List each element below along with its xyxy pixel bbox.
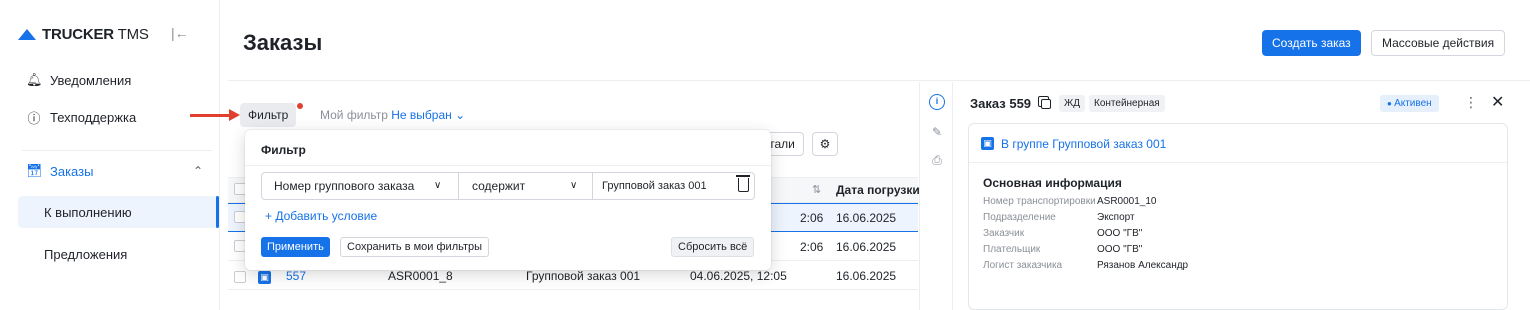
annotation-arrow-filter <box>190 109 240 121</box>
sort-icon[interactable]: ⇅ <box>812 183 821 196</box>
row-group: Групповой заказ 001 <box>526 269 641 283</box>
help-circle-icon: ⓘ <box>27 110 41 126</box>
chevron-up-icon: ⌃ <box>192 164 203 178</box>
row-created: 04.06.2025, 12:05 <box>690 269 787 283</box>
active-indicator <box>216 196 219 228</box>
collapse-sidebar-icon[interactable]: |← <box>171 25 189 41</box>
field-label: Плательщик <box>983 244 1041 255</box>
my-filter-value[interactable]: Не выбран <box>391 108 452 122</box>
row-checkbox[interactable] <box>234 271 246 283</box>
status-badge: Активен <box>1380 95 1439 112</box>
sidebar-subitem-offers[interactable]: Предложения <box>18 238 218 270</box>
condition-operator-value: содержит <box>472 179 526 193</box>
field-value: ООО "ГВ" <box>1097 244 1143 255</box>
filter-popup-divider <box>245 165 771 166</box>
row-load-date: 16.06.2025 <box>836 240 897 254</box>
order-title: Заказ 559 <box>970 96 1032 111</box>
reset-all-button[interactable]: Сбросить всё <box>671 237 755 257</box>
group-order-icon: ▣ <box>258 271 271 284</box>
logo-triangle-icon <box>18 29 36 40</box>
row-load-date: 16.06.2025 <box>836 211 897 225</box>
document-icon[interactable]: ⎙ <box>929 152 945 168</box>
row-time: 2:06 <box>800 211 824 225</box>
field-value: Рязанов Александр <box>1097 260 1189 271</box>
filter-condition-row: Номер группового заказа ∨ содержит ∨ Гру… <box>261 172 755 200</box>
more-options-icon[interactable]: ⋮ <box>1464 94 1478 111</box>
chevron-down-icon: ∨ <box>434 180 442 191</box>
bulk-actions-button[interactable]: Массовые действия <box>1371 30 1506 56</box>
sidebar-subitem-to-execute[interactable]: К выполнению <box>18 196 218 228</box>
order-id-link[interactable]: 557 <box>286 269 306 283</box>
sidebar-item-label: Уведомления <box>50 72 132 88</box>
field-value: ООО "ГВ" <box>1097 228 1143 239</box>
page-title: Заказы <box>243 30 323 55</box>
field-value: Экспорт <box>1097 212 1135 223</box>
filter-popup: Фильтр Номер группового заказа ∨ содержи… <box>245 130 771 270</box>
column-header-load-date[interactable]: Дата погрузки <box>836 183 920 197</box>
row-transport-no: ASR0001_8 <box>388 269 453 283</box>
sidebar-item-label: Заказы <box>50 163 94 179</box>
condition-field-value: Номер группового заказа <box>274 179 415 193</box>
card-divider <box>969 162 1507 163</box>
condition-value-text: Групповой заказ 001 <box>602 180 707 192</box>
trash-icon[interactable] <box>736 175 750 192</box>
filter-active-dot <box>297 103 303 109</box>
order-details-card: ▣ В группе Групповой заказ 001 Основная … <box>968 123 1508 310</box>
close-icon[interactable]: ✕ <box>1491 92 1504 112</box>
transport-type-tag: ЖД <box>1059 95 1086 112</box>
logo-bold-text: TRUCKER <box>42 26 114 43</box>
condition-field-select[interactable]: Номер группового заказа <box>274 173 414 199</box>
field-label: Номер транспортировки <box>983 196 1096 207</box>
field-label: Заказчик <box>983 228 1025 239</box>
gear-icon: ⚙︎ <box>819 137 831 151</box>
logo-rest-text: TMS <box>113 26 149 43</box>
sidebar-subitem-label: К выполнению <box>44 204 132 220</box>
sidebar-item-orders[interactable]: 📅︎ Заказы ⌃ <box>0 155 219 187</box>
my-filter-label: Мой фильтр <box>320 108 388 122</box>
bell-icon: 🔔︎ <box>26 72 43 87</box>
sidebar-subitem-label: Предложения <box>44 246 128 262</box>
group-order-link[interactable]: В группе Групповой заказ 001 <box>1001 137 1166 151</box>
save-filter-button[interactable]: Сохранить в мои фильтры <box>340 237 490 257</box>
field-value: ASR0001_10 <box>1097 196 1157 207</box>
chevron-down-icon: ⌄ <box>455 108 466 122</box>
info-icon[interactable]: i <box>929 94 945 110</box>
calendar-icon: 📅︎ <box>26 163 43 178</box>
field-label: Подразделение <box>983 212 1056 223</box>
sidebar-divider <box>22 150 212 151</box>
header-divider <box>228 80 1530 81</box>
sidebar-item-support[interactable]: ⓘ Техподдержка <box>0 101 219 133</box>
condition-divider <box>458 173 459 199</box>
apply-filter-button[interactable]: Применить <box>261 237 330 257</box>
create-order-button[interactable]: Создать заказ <box>1262 30 1361 56</box>
pin-icon[interactable]: ✎ <box>929 124 945 140</box>
condition-divider <box>592 173 593 199</box>
app-logo[interactable]: TRUCKER TMS <box>18 26 149 43</box>
order-type-tag: Контейнерная <box>1089 95 1165 112</box>
row-time: 2:06 <box>800 240 824 254</box>
details-icon-rail: i ✎ ⎙ <box>919 82 953 310</box>
details-toggle-label: тали <box>769 137 795 151</box>
sidebar: TRUCKER TMS |← 🔔︎ Уведомления ⓘ Техподде… <box>0 0 220 310</box>
settings-button[interactable]: ⚙︎ <box>812 132 838 156</box>
group-order-icon: ▣ <box>981 137 994 150</box>
row-load-date: 16.06.2025 <box>836 269 897 283</box>
condition-value-input[interactable]: Групповой заказ 001 <box>602 173 707 199</box>
sidebar-item-notifications[interactable]: 🔔︎ Уведомления <box>0 64 219 96</box>
add-condition-link[interactable]: + Добавить условие <box>265 209 377 223</box>
filter-popup-title: Фильтр <box>261 143 306 157</box>
filter-button[interactable]: Фильтр <box>240 103 297 127</box>
chevron-down-icon: ∨ <box>570 180 578 191</box>
copy-icon[interactable] <box>1038 96 1051 109</box>
condition-operator-select[interactable]: содержит <box>472 173 525 199</box>
sidebar-item-label: Техподдержка <box>50 109 137 125</box>
my-filter-selector[interactable]: Мой фильтр Не выбран ⌄ <box>320 108 465 122</box>
main-info-heading: Основная информация <box>983 176 1122 190</box>
field-label: Логист заказчика <box>983 260 1063 271</box>
